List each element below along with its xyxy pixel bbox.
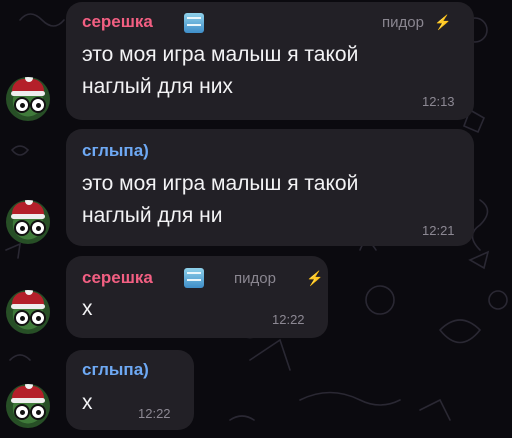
avatar-eye [14,220,30,236]
member-title: пидор [234,270,276,287]
avatar[interactable] [6,200,50,244]
avatar-eye [30,220,46,236]
message-text-line: наглый для ни [82,204,223,227]
message-text-line: это моя игра малыш я такой [82,172,359,195]
message-text-line: х [82,297,93,320]
message-text-line: это моя игра малыш я такой [82,43,359,66]
message-text-line: наглый для них [82,75,233,98]
avatar-eye [30,97,46,113]
message-time: 12:21 [422,223,455,238]
message-bubble[interactable]: сглыпа) это моя игра малыш я такой наглы… [66,129,474,246]
lightning-bolt-icon: ⚡ [306,270,324,286]
avatar-hat-brim [11,398,45,403]
avatar[interactable] [6,77,50,121]
avatar[interactable] [6,290,50,334]
lightning-bolt-icon: ⚡ [434,14,452,30]
message-text-line: х [82,391,93,414]
sender-name[interactable]: сглыпа) [82,141,149,161]
avatar-eye [30,404,46,420]
message-bubble[interactable]: сглыпа) х 12:22 [66,350,194,430]
avatar-eye [14,310,30,326]
ice-cube-emoji-icon [184,13,204,33]
avatar-eye [30,310,46,326]
message-time: 12:13 [422,94,455,109]
avatar-hat-brim [11,304,45,309]
member-title: пидор [382,14,424,31]
ice-cube-emoji-icon [184,268,204,288]
message-bubble[interactable]: серешка пидор ⚡ х 12:22 [66,256,328,338]
avatar-eye [14,404,30,420]
message-bubble[interactable]: серешка пидор ⚡ это моя игра малыш я так… [66,2,474,120]
message-time: 12:22 [138,406,171,421]
avatar-hat-brim [11,214,45,219]
avatar[interactable] [6,384,50,428]
message-time: 12:22 [272,312,305,327]
sender-name[interactable]: серешка [82,12,153,32]
avatar-eye [14,97,30,113]
avatar-hat-brim [11,91,45,96]
sender-name[interactable]: серешка [82,268,153,288]
sender-name[interactable]: сглыпа) [82,360,149,380]
